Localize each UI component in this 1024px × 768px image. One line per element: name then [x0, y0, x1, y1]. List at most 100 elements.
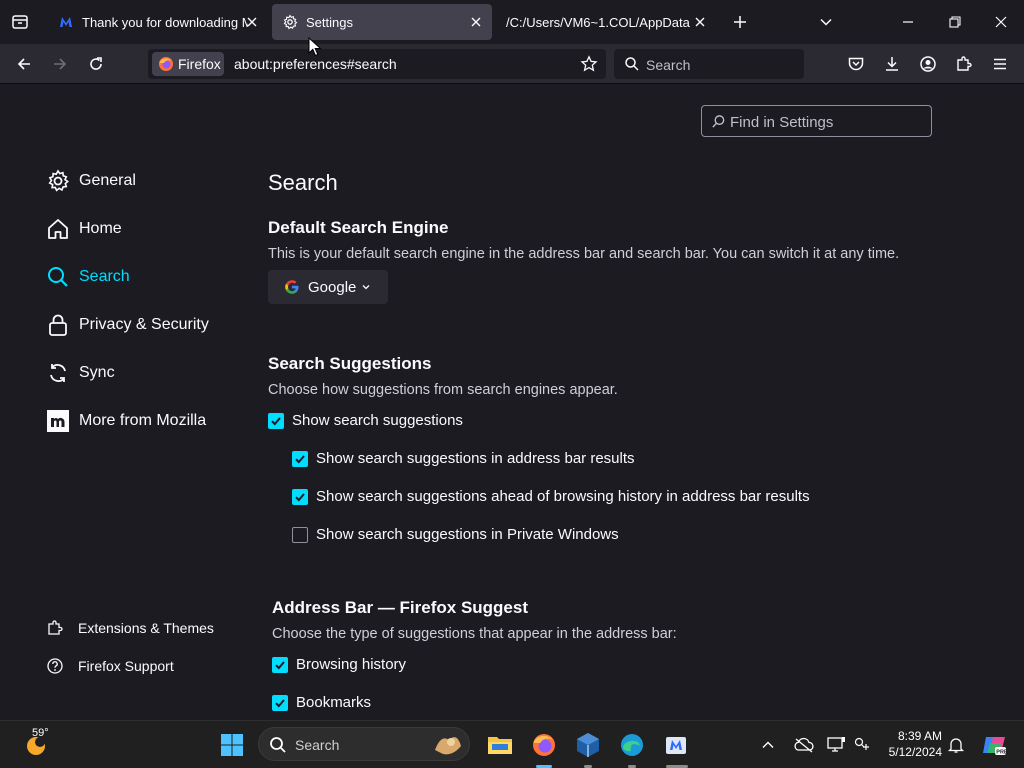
category-general[interactable]: General	[45, 167, 136, 195]
notifications-button[interactable]	[942, 729, 970, 761]
category-privacy-security[interactable]: Privacy & Security	[45, 311, 209, 339]
malwarebytes-taskbar-button[interactable]	[660, 729, 692, 761]
mouse-cursor-icon	[308, 37, 322, 57]
checkbox-checked[interactable]	[272, 694, 288, 711]
show-search-suggestions-checkbox[interactable]: Show search suggestions	[268, 412, 463, 429]
account-icon	[920, 56, 936, 72]
onedrive-button[interactable]	[790, 729, 818, 761]
network-icon	[854, 737, 869, 750]
checkbox-label: Bookmarks	[296, 694, 372, 711]
lock-icon	[45, 312, 71, 338]
close-icon[interactable]	[468, 14, 484, 30]
back-button[interactable]	[10, 50, 38, 78]
identity-box[interactable]: Firefox	[152, 52, 224, 76]
plus-icon	[734, 16, 746, 28]
windows-logo-icon	[221, 734, 243, 756]
edge-icon	[621, 734, 643, 756]
weather-temp: 59°	[32, 727, 49, 739]
close-icon	[995, 16, 1007, 28]
checkbox-checked[interactable]	[292, 450, 308, 467]
suggestions-private-windows-checkbox[interactable]: Show search suggestions in Private Windo…	[292, 526, 619, 543]
find-placeholder: Find in Settings	[730, 114, 834, 131]
tab-strip: Thank you for downloading Ma Settings /C…	[0, 0, 1024, 44]
close-icon[interactable]	[244, 14, 260, 30]
category-label: More from Mozilla	[79, 412, 207, 429]
default-engine-dropdown[interactable]: Google	[268, 270, 388, 304]
bookmarks-checkbox[interactable]: Bookmarks	[272, 694, 371, 711]
account-button[interactable]	[914, 50, 942, 78]
cloud-offline-icon	[794, 737, 814, 753]
checkbox-checked[interactable]	[268, 412, 284, 429]
search-bar[interactable]: Search	[614, 49, 804, 79]
arrow-left-icon	[17, 58, 30, 70]
new-tab-button[interactable]	[722, 4, 758, 40]
search-icon	[45, 264, 71, 290]
downloads-button[interactable]	[878, 50, 906, 78]
forward-button[interactable]	[46, 50, 74, 78]
home-icon	[45, 216, 71, 242]
sync-icon	[45, 360, 71, 386]
reload-button[interactable]	[82, 50, 110, 78]
file-explorer-button[interactable]	[484, 729, 516, 761]
search-suggestions-description: Choose how suggestions from search engin…	[268, 382, 618, 398]
checkbox-checked[interactable]	[272, 656, 288, 673]
bookmark-star-button[interactable]	[580, 55, 598, 73]
tab-local-file[interactable]: /C:/Users/VM6~1.COL/AppData/Lo	[496, 4, 716, 40]
browsing-history-checkbox[interactable]: Browsing history	[272, 656, 406, 673]
restore-button[interactable]	[937, 4, 973, 40]
menu-button[interactable]	[986, 50, 1014, 78]
close-icon[interactable]	[692, 14, 708, 30]
display-button[interactable]	[822, 729, 850, 761]
default-engine-heading: Default Search Engine	[268, 218, 449, 237]
firefox-support-link[interactable]: Firefox Support	[46, 656, 174, 676]
category-search[interactable]: Search	[45, 263, 130, 291]
weather-widget[interactable]: 59°	[16, 727, 56, 761]
category-more-from-mozilla[interactable]: More from Mozilla	[45, 407, 206, 435]
list-all-tabs-button[interactable]	[808, 4, 844, 40]
clock[interactable]: 8:39 AM 5/12/2024	[880, 728, 942, 760]
checkbox-unchecked[interactable]	[292, 526, 308, 543]
suggestions-in-address-bar-checkbox[interactable]: Show search suggestions in address bar r…	[292, 450, 635, 467]
checkmark-icon	[295, 492, 305, 501]
category-label: Privacy & Security	[79, 316, 209, 333]
tab-settings[interactable]: Settings	[272, 4, 492, 40]
minimize-button[interactable]	[890, 4, 926, 40]
start-button[interactable]	[216, 729, 248, 761]
tab-malwarebytes[interactable]: Thank you for downloading Ma	[48, 4, 268, 40]
search-icon	[712, 115, 725, 128]
firefox-logo-icon	[159, 57, 173, 71]
address-bar-suggest-heading: Address Bar — Firefox Suggest	[272, 598, 529, 617]
suggestions-ahead-of-history-checkbox[interactable]: Show search suggestions ahead of browsin…	[292, 488, 810, 505]
arrow-right-icon	[54, 58, 67, 70]
checkmark-icon	[295, 454, 305, 463]
firefox-view-button[interactable]	[2, 4, 38, 40]
taskbar-search[interactable]: Search	[258, 727, 470, 761]
category-label: General	[79, 172, 136, 189]
settings-page: Find in Settings General Home Search Pri…	[0, 84, 1024, 720]
copilot-button[interactable]: PRE	[976, 729, 1012, 761]
find-in-settings-input[interactable]: Find in Settings	[701, 105, 932, 137]
restore-icon	[949, 16, 961, 28]
clock-date: 5/12/2024	[888, 745, 942, 759]
url-text[interactable]: about:preferences#search	[234, 56, 397, 72]
extensions-themes-link[interactable]: Extensions & Themes	[46, 618, 214, 638]
checkbox-label: Show search suggestions ahead of browsin…	[316, 488, 810, 505]
firefox-taskbar-button[interactable]	[528, 729, 560, 761]
edge-button[interactable]	[616, 729, 648, 761]
selected-engine: Google	[308, 278, 357, 296]
virtualbox-button[interactable]	[572, 729, 604, 761]
close-window-button[interactable]	[983, 4, 1019, 40]
pocket-button[interactable]	[842, 50, 870, 78]
address-bar[interactable]: Firefox about:preferences#search	[148, 49, 606, 79]
svg-text:PRE: PRE	[996, 749, 1007, 755]
tab-title: /C:/Users/VM6~1.COL/AppData/Lo	[506, 15, 690, 30]
address-bar-suggest-description: Choose the type of suggestions that appe…	[272, 626, 677, 642]
checkbox-checked[interactable]	[292, 488, 308, 505]
gear-icon	[45, 168, 71, 194]
navigation-toolbar: Firefox about:preferences#search Search	[0, 44, 1024, 84]
category-sync[interactable]: Sync	[45, 359, 115, 387]
network-button[interactable]	[850, 729, 874, 761]
extensions-button[interactable]	[950, 50, 978, 78]
category-home[interactable]: Home	[45, 215, 122, 243]
show-hidden-icons-button[interactable]	[756, 729, 780, 761]
